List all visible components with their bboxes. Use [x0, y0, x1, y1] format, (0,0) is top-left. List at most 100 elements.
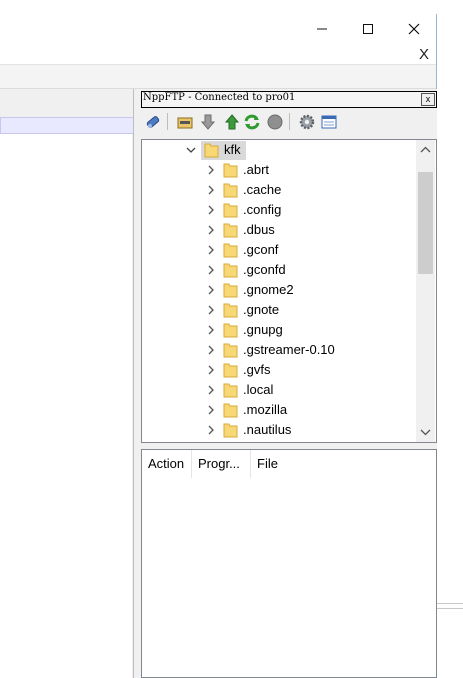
- queue-column-action[interactable]: Action: [142, 450, 192, 478]
- folder-icon: [223, 243, 238, 258]
- connect-button[interactable]: [143, 112, 163, 132]
- folder-icon: [223, 343, 238, 358]
- chevron-right-icon[interactable]: [206, 345, 216, 355]
- download-icon: [200, 114, 216, 130]
- queue-column-progress[interactable]: Progr...: [192, 450, 251, 478]
- chevron-right-icon[interactable]: [206, 205, 216, 215]
- tree-folder-label: .gnome2: [243, 282, 294, 297]
- message-window-icon: [321, 115, 337, 129]
- chevron-right-icon[interactable]: [206, 405, 216, 415]
- chevron-right-icon[interactable]: [206, 265, 216, 275]
- tree-root-label: kfk: [224, 142, 241, 157]
- tree-folder-item[interactable]: .local: [142, 380, 418, 400]
- tree-folder-label: .gnote: [243, 302, 280, 317]
- tree-folder-item[interactable]: .cache: [142, 180, 418, 200]
- tree-folder-label: .gnupg: [243, 322, 283, 337]
- abort-icon: [267, 114, 283, 130]
- nppftp-close-button[interactable]: x: [421, 93, 435, 106]
- tree-root-item[interactable]: kfk: [142, 140, 418, 160]
- queue-header: Action Progr... File: [142, 450, 436, 478]
- message-window-button[interactable]: [319, 112, 339, 132]
- nppftp-title: NppFTP - Connected to pro01: [143, 92, 296, 103]
- chevron-right-icon[interactable]: [206, 325, 216, 335]
- folder-icon: [223, 403, 238, 418]
- main-toolbar: [0, 65, 436, 89]
- tree-folder-label: .local: [243, 382, 274, 397]
- remote-file-tree[interactable]: kfk .abrt .cache .config .dbus .gconf .gconfd…: [141, 139, 437, 443]
- queue-column-file[interactable]: File: [251, 450, 311, 478]
- tree-folder-item[interactable]: .gstreamer-0.10: [142, 340, 418, 360]
- upload-icon: [224, 114, 240, 130]
- chevron-right-icon[interactable]: [206, 245, 216, 255]
- upload-button[interactable]: [222, 112, 242, 132]
- tree-folder-label: .gconfd: [243, 262, 286, 277]
- folder-icon: [223, 203, 238, 218]
- tree-folder-label: .config: [243, 202, 282, 217]
- scroll-up-button[interactable]: [416, 140, 435, 160]
- tree-folder-item[interactable]: .abrt: [142, 160, 418, 180]
- settings-icon: [299, 114, 315, 130]
- open-folder-icon: [177, 117, 193, 129]
- close-button[interactable]: [399, 14, 429, 44]
- chevron-right-icon[interactable]: [206, 165, 216, 175]
- tree-folder-label: .gconf: [243, 242, 279, 257]
- minimize-button[interactable]: [307, 14, 337, 44]
- menu-bar: [0, 44, 436, 64]
- tree-folder-label: .nautilus: [243, 422, 292, 437]
- tree-folder-label: .cache: [243, 182, 282, 197]
- connect-icon: [146, 116, 160, 128]
- tree-folder-item[interactable]: .gvfs: [142, 360, 418, 380]
- chevron-right-icon[interactable]: [206, 285, 216, 295]
- refresh-button[interactable]: [242, 112, 262, 132]
- tree-folder-item[interactable]: .gconfd: [142, 260, 418, 280]
- tree-folder-item[interactable]: .dbus: [142, 220, 418, 240]
- tree-folder-label: .mozilla: [243, 402, 288, 417]
- refresh-icon: [244, 114, 260, 130]
- tree-folder-item[interactable]: .config: [142, 200, 418, 220]
- chevron-right-icon[interactable]: [206, 425, 216, 435]
- folder-icon: [223, 363, 238, 378]
- folder-icon: [223, 323, 238, 338]
- tree-folder-item[interactable]: .gnupg: [142, 320, 418, 340]
- tree-folder-item[interactable]: .gconf: [142, 240, 418, 260]
- folder-icon: [223, 223, 238, 238]
- tree-folder-item[interactable]: .nautilus: [142, 420, 418, 440]
- chevron-down-icon: [420, 429, 431, 436]
- chevron-right-icon[interactable]: [206, 385, 216, 395]
- editor-text-area[interactable]: [0, 134, 132, 678]
- tree-folder-label: .gvfs: [243, 362, 271, 377]
- abort-button[interactable]: [265, 112, 285, 132]
- chevron-right-icon[interactable]: [206, 225, 216, 235]
- folder-icon: [223, 383, 238, 398]
- document-tab-bar: [0, 89, 134, 118]
- open-folder-button[interactable]: [175, 112, 195, 132]
- chevron-down-icon[interactable]: [186, 145, 196, 155]
- folder-icon: [223, 163, 238, 178]
- chevron-right-icon[interactable]: [206, 305, 216, 315]
- close-icon: [408, 23, 420, 35]
- folder-icon: [204, 143, 219, 158]
- maximize-icon: [363, 24, 373, 34]
- maximize-button[interactable]: [353, 14, 383, 44]
- chevron-right-icon[interactable]: [206, 185, 216, 195]
- settings-button[interactable]: [297, 112, 317, 132]
- folder-icon: [223, 183, 238, 198]
- background-line: [437, 603, 463, 604]
- minimize-icon: [317, 28, 327, 30]
- transfer-queue-list[interactable]: [141, 449, 437, 678]
- tree-folder-item[interactable]: .mozilla: [142, 400, 418, 420]
- background-line: [437, 608, 463, 609]
- folder-icon: [223, 423, 238, 438]
- current-line-highlight[interactable]: [0, 117, 134, 134]
- scroll-thumb[interactable]: [418, 172, 433, 274]
- tree-folder-item[interactable]: .gnote: [142, 300, 418, 320]
- scroll-down-button[interactable]: [416, 423, 435, 441]
- chevron-right-icon[interactable]: [206, 365, 216, 375]
- chevron-up-icon: [420, 146, 431, 153]
- tree-folder-item[interactable]: .gnome2: [142, 280, 418, 300]
- tree-folder-label: .gstreamer-0.10: [243, 342, 335, 357]
- close-document-button[interactable]: X: [419, 46, 429, 63]
- download-button[interactable]: [198, 112, 218, 132]
- folder-icon: [223, 263, 238, 278]
- toolbar-separator: [289, 113, 290, 130]
